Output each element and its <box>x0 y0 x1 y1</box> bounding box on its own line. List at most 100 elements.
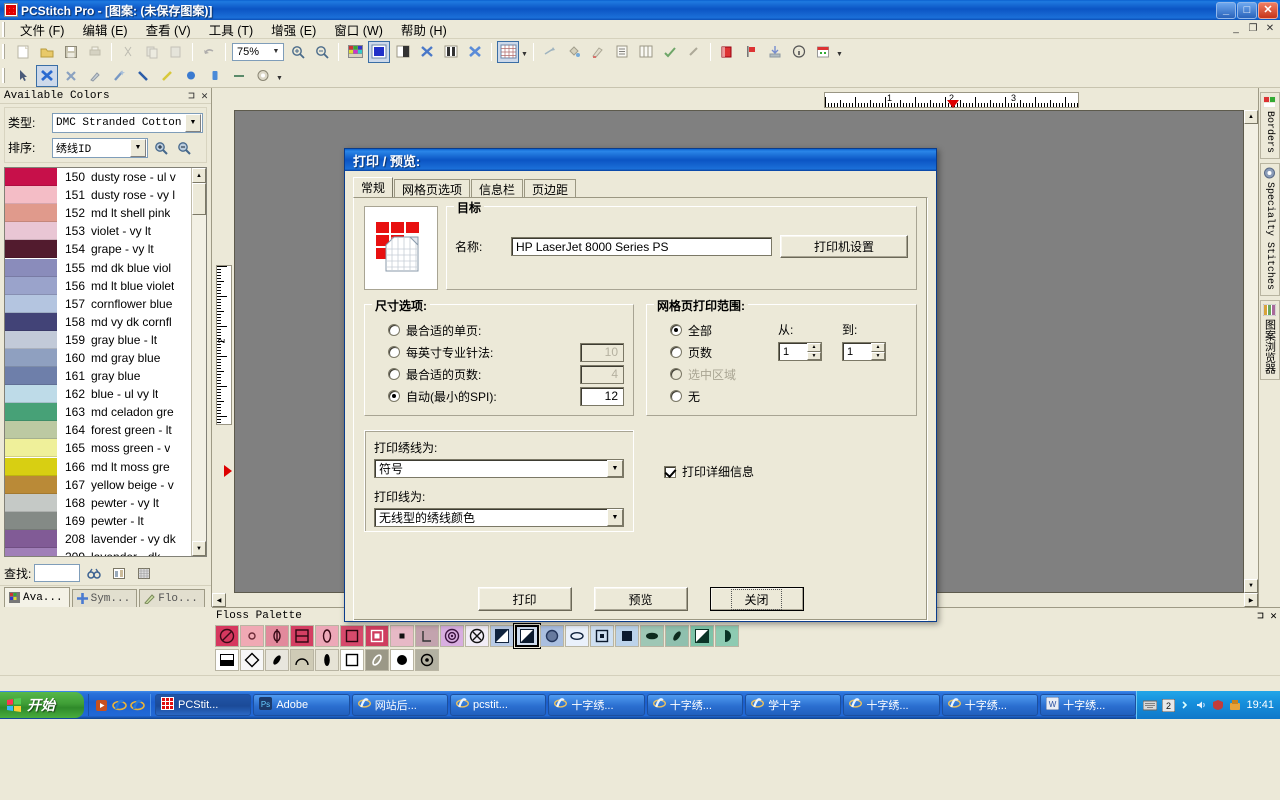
bead-icon[interactable] <box>204 65 226 87</box>
print-range-radio[interactable]: 无 <box>656 385 760 407</box>
color-list-item[interactable]: 150dusty rose - ul v <box>5 168 191 186</box>
menu-item-file[interactable]: 文件 (F) <box>11 18 73 41</box>
find-input[interactable] <box>34 564 80 582</box>
open-icon[interactable] <box>36 41 58 63</box>
solid-fill-icon[interactable] <box>368 41 390 63</box>
ie-icon[interactable] <box>112 698 127 713</box>
floss-palette-cell[interactable] <box>390 649 414 671</box>
color-list-item[interactable]: 152md lt shell pink <box>5 204 191 222</box>
close-icon[interactable]: ✕ <box>198 89 211 103</box>
quarter-stitch-icon[interactable] <box>60 65 82 87</box>
color-list-item[interactable]: 168pewter - vy lt <box>5 494 191 512</box>
brush-icon[interactable] <box>587 41 609 63</box>
toolbar-grip-1[interactable] <box>2 44 9 59</box>
copy-icon[interactable] <box>141 41 163 63</box>
floss-palette-cell[interactable] <box>615 625 639 647</box>
print-line-as-combo[interactable]: 无线型的绣线颜色 ▼ <box>374 508 624 527</box>
media-icon[interactable] <box>94 698 109 713</box>
chevron-down-icon[interactable]: ▼ <box>607 509 623 526</box>
scroll-down-icon[interactable]: ▼ <box>1244 579 1258 593</box>
taskbar-button[interactable]: 十字绣... <box>548 694 644 716</box>
color-list-item[interactable]: 151dusty rose - vy l <box>5 186 191 204</box>
preview-button[interactable]: 预览 <box>594 587 688 611</box>
backstitch-line-icon[interactable] <box>132 65 154 87</box>
printer-name-field[interactable]: HP LaserJet 8000 Series PS <box>511 237 772 256</box>
magic-wand-icon[interactable] <box>108 65 130 87</box>
sort-combo[interactable]: 绣线ID ▼ <box>52 138 148 158</box>
color-list-item[interactable]: 156md lt blue violet <box>5 277 191 295</box>
mdi-restore-button[interactable]: ❐ <box>1245 21 1261 36</box>
color-list-item[interactable]: 163md celadon gre <box>5 403 191 421</box>
to-spinner[interactable]: 1 ▲ ▼ <box>842 342 886 361</box>
spellcheck-icon[interactable] <box>659 41 681 63</box>
size-option-value[interactable]: 12 <box>580 387 624 406</box>
color-list-item[interactable]: 166md lt moss gre <box>5 458 191 476</box>
spin-up-icon[interactable]: ▲ <box>807 343 821 352</box>
print-range-radio[interactable]: 全部 <box>656 319 760 341</box>
window-close-button[interactable]: ✕ <box>1258 2 1278 19</box>
eyedropper-icon[interactable] <box>84 65 106 87</box>
tab-margins[interactable]: 页边距 <box>524 179 576 197</box>
spin-down-icon[interactable]: ▼ <box>807 352 821 361</box>
info-icon[interactable] <box>788 41 810 63</box>
color-list-item[interactable]: 167yellow beige - v <box>5 476 191 494</box>
floss-palette-cell[interactable] <box>565 625 589 647</box>
window-minimize-button[interactable]: _ <box>1216 2 1236 19</box>
tab-pattern-browser[interactable]: 图案浏览器 <box>1260 300 1280 380</box>
compare-icon[interactable] <box>108 563 130 583</box>
scroll-up-icon[interactable]: ▲ <box>1244 110 1258 124</box>
scroll-up-icon[interactable]: ▲ <box>192 168 206 183</box>
floss-palette-cell[interactable] <box>215 649 239 671</box>
floss-palette-cell[interactable] <box>315 649 339 671</box>
cross-stitch-icon[interactable] <box>416 41 438 63</box>
paste-icon[interactable] <box>165 41 187 63</box>
menu-item-tools[interactable]: 工具 (T) <box>200 18 262 41</box>
pin-icon[interactable]: ⊐ <box>185 89 198 103</box>
save-icon[interactable] <box>60 41 82 63</box>
type-combo[interactable]: DMC Stranded Cotton ▼ <box>52 113 203 133</box>
ime-icon[interactable]: 2 <box>1162 699 1175 712</box>
scroll-track[interactable] <box>192 183 206 541</box>
menu-item-window[interactable]: 窗口 (W) <box>325 18 392 41</box>
radio-dot[interactable] <box>670 346 682 358</box>
floss-palette-cell[interactable] <box>490 625 514 647</box>
taskbar-button[interactable]: 十字绣... <box>647 694 743 716</box>
tab-borders[interactable]: Borders <box>1260 92 1280 159</box>
floss-palette-cell[interactable] <box>465 625 489 647</box>
from-spinner-buttons[interactable]: ▲ ▼ <box>807 343 821 360</box>
print-button[interactable]: 打印 <box>478 587 572 611</box>
from-spinner[interactable]: 1 ▲ ▼ <box>778 342 822 361</box>
canvas-vertical-scrollbar[interactable]: ▲ ▼ <box>1244 110 1258 593</box>
menu-item-enhance[interactable]: 增强 (E) <box>262 18 325 41</box>
mdi-minimize-button[interactable]: _ <box>1228 21 1244 36</box>
floss-palette-cell[interactable] <box>290 625 314 647</box>
color-list-item[interactable]: 154grape - vy lt <box>5 240 191 258</box>
floss-palette-cell[interactable] <box>340 625 364 647</box>
color-list-item[interactable]: 160md gray blue <box>5 349 191 367</box>
french-knot-tool-icon[interactable] <box>180 65 202 87</box>
toolbar-grip-2[interactable] <box>2 68 9 83</box>
color-list-item[interactable]: 209lavender - dk <box>5 548 191 556</box>
size-option-radio[interactable]: 每英寸专业针法: <box>374 342 580 362</box>
start-button[interactable]: 开始 <box>0 692 84 718</box>
pin-icon[interactable]: ⊐ <box>1254 609 1267 623</box>
close-button[interactable]: 关闭 <box>710 587 804 611</box>
select-icon[interactable] <box>12 65 34 87</box>
speaker-icon[interactable] <box>1195 699 1207 711</box>
menu-item-edit[interactable]: 编辑 (E) <box>73 18 136 41</box>
calendar-dropdown-icon[interactable]: ▼ <box>835 41 844 63</box>
taskbar-button[interactable]: 十字绣... <box>942 694 1038 716</box>
taskbar-button[interactable]: 十字绣... <box>843 694 939 716</box>
menu-item-help[interactable]: 帮助 (H) <box>392 18 456 41</box>
chevron-down-icon[interactable]: ▼ <box>269 44 283 60</box>
color-list-item[interactable]: 208lavender - vy dk <box>5 530 191 548</box>
zoom-out-icon[interactable] <box>174 138 194 158</box>
flag-icon[interactable] <box>740 41 762 63</box>
scroll-thumb[interactable] <box>192 183 206 215</box>
tab-general[interactable]: 常规 <box>353 177 393 197</box>
floss-palette-cell[interactable] <box>415 625 439 647</box>
radio-dot[interactable] <box>388 346 400 358</box>
color-list-item[interactable]: 153violet - vy lt <box>5 222 191 240</box>
taskbar-button[interactable]: W十字绣... <box>1040 694 1136 716</box>
fill-icon[interactable] <box>563 41 585 63</box>
